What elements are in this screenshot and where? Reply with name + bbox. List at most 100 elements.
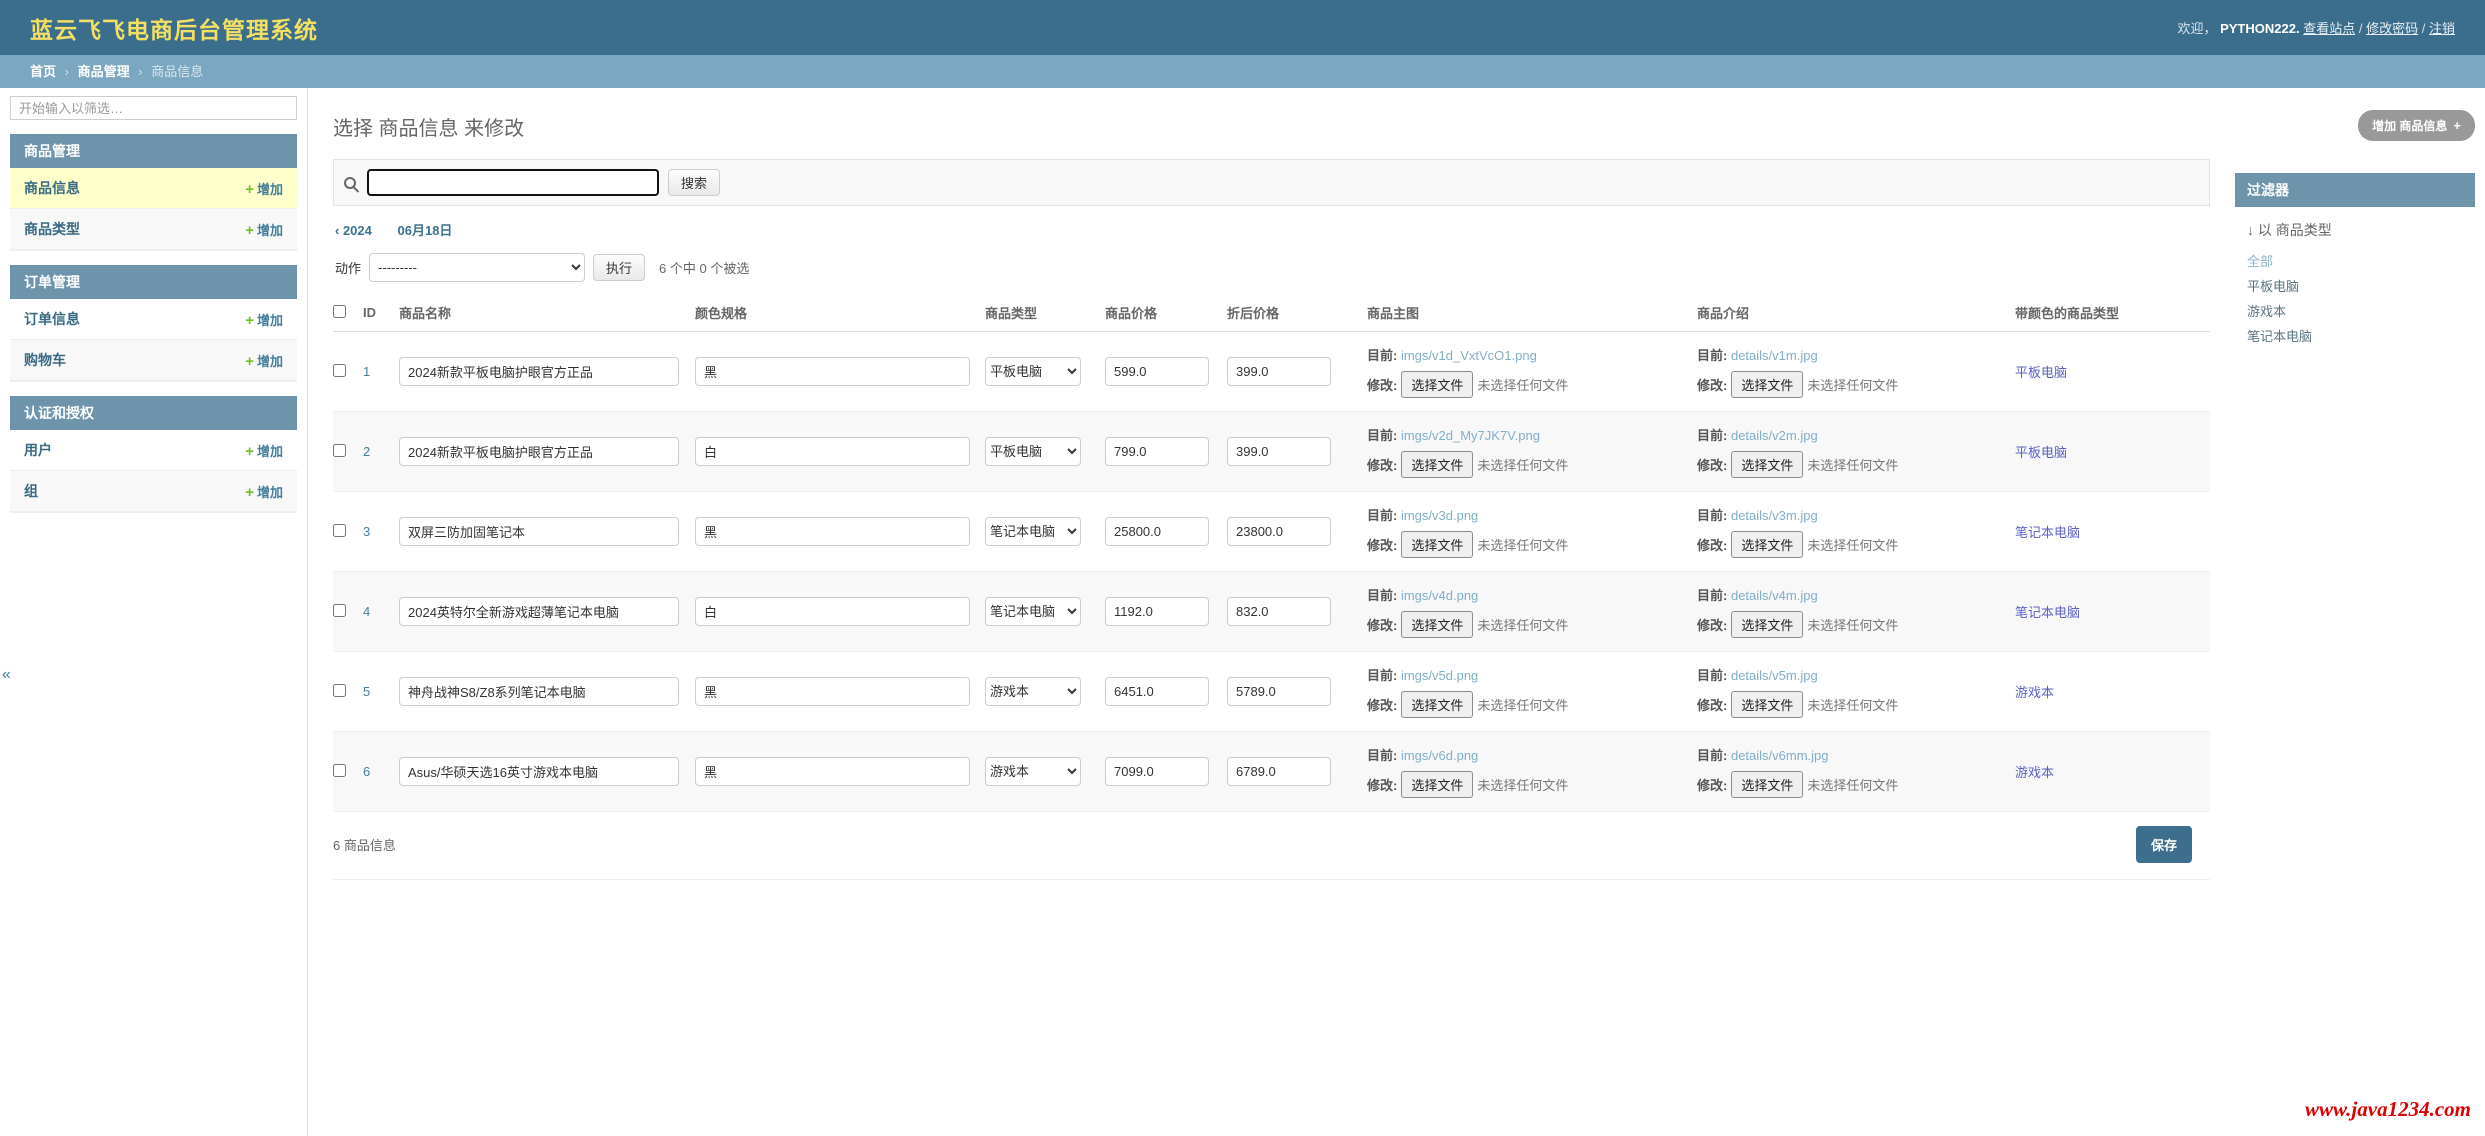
discount-price-input[interactable] [1227,677,1331,706]
sidebar-item[interactable]: 商品类型 +增加 [10,209,297,250]
discount-price-input[interactable] [1227,517,1331,546]
discount-price-input[interactable] [1227,597,1331,626]
main-image-link[interactable]: imgs/v1d_VxtVcO1.png [1401,348,1537,363]
colored-type-link[interactable]: 笔记本电脑 [2015,525,2080,540]
choose-file-button[interactable]: 选择文件 [1731,371,1803,398]
choose-file-button[interactable]: 选择文件 [1731,611,1803,638]
colored-type-link[interactable]: 平板电脑 [2015,365,2067,380]
sidebar-add-link[interactable]: +增加 [245,482,283,501]
color-spec-input[interactable] [695,437,970,466]
add-product-button[interactable]: 增加 商品信息+ [2358,110,2475,141]
main-image-link[interactable]: imgs/v6d.png [1401,748,1478,763]
color-spec-input[interactable] [695,517,970,546]
choose-file-button[interactable]: 选择文件 [1401,771,1473,798]
row-id-link[interactable]: 5 [363,684,370,699]
breadcrumb-product-mgmt[interactable]: 商品管理 [78,64,130,79]
sidebar-item-label[interactable]: 商品类型 [24,219,80,239]
select-all-checkbox[interactable] [333,305,346,318]
detail-image-link[interactable]: details/v6mm.jpg [1731,748,1829,763]
choose-file-button[interactable]: 选择文件 [1731,691,1803,718]
detail-image-link[interactable]: details/v5m.jpg [1731,668,1818,683]
go-button[interactable]: 执行 [593,254,645,281]
colored-type-link[interactable]: 游戏本 [2015,765,2054,780]
main-image-link[interactable]: imgs/v5d.png [1401,668,1478,683]
sidebar-item-label[interactable]: 商品信息 [24,178,80,198]
sidebar-add-link[interactable]: +增加 [245,441,283,460]
sidebar-item[interactable]: 购物车 +增加 [10,340,297,381]
sidebar-item[interactable]: 用户 +增加 [10,430,297,471]
choose-file-button[interactable]: 选择文件 [1401,611,1473,638]
price-input[interactable] [1105,437,1209,466]
sidebar-item-label[interactable]: 用户 [24,440,52,460]
row-checkbox[interactable] [333,524,346,537]
color-spec-input[interactable] [695,677,970,706]
price-input[interactable] [1105,757,1209,786]
filter-option[interactable]: 平板电脑 [2235,273,2475,298]
main-image-link[interactable]: imgs/v4d.png [1401,588,1478,603]
sidebar-item[interactable]: 商品信息 +增加 [10,168,297,209]
choose-file-button[interactable]: 选择文件 [1731,771,1803,798]
colored-type-link[interactable]: 游戏本 [2015,685,2054,700]
product-name-input[interactable] [399,437,679,466]
price-input[interactable] [1105,517,1209,546]
discount-price-input[interactable] [1227,357,1331,386]
search-button[interactable]: 搜索 [668,169,720,196]
sidebar-item[interactable]: 订单信息 +增加 [10,299,297,340]
row-checkbox[interactable] [333,604,346,617]
filter-option[interactable]: 笔记本电脑 [2235,323,2475,348]
choose-file-button[interactable]: 选择文件 [1401,531,1473,558]
sidebar-add-link[interactable]: +增加 [245,220,283,239]
sidebar-item-label[interactable]: 购物车 [24,350,66,370]
view-site-link[interactable]: 查看站点 [2303,21,2355,36]
product-name-input[interactable] [399,677,679,706]
save-button[interactable]: 保存 [2136,826,2192,863]
sidebar-filter-input[interactable] [10,96,297,120]
detail-image-link[interactable]: details/v1m.jpg [1731,348,1818,363]
product-name-input[interactable] [399,357,679,386]
price-input[interactable] [1105,677,1209,706]
sidebar-add-link[interactable]: +增加 [245,179,283,198]
search-input[interactable] [367,169,659,196]
row-id-link[interactable]: 4 [363,604,370,619]
color-spec-input[interactable] [695,597,970,626]
row-checkbox[interactable] [333,364,346,377]
product-name-input[interactable] [399,517,679,546]
price-input[interactable] [1105,357,1209,386]
filter-option[interactable]: 全部 [2235,248,2475,273]
row-id-link[interactable]: 6 [363,764,370,779]
price-input[interactable] [1105,597,1209,626]
choose-file-button[interactable]: 选择文件 [1731,451,1803,478]
sidebar-collapse-icon[interactable]: « [2,666,11,684]
logout-link[interactable]: 注销 [2429,21,2455,36]
choose-file-button[interactable]: 选择文件 [1401,371,1473,398]
choose-file-button[interactable]: 选择文件 [1401,451,1473,478]
product-type-select[interactable]: 平板电脑 [985,357,1081,386]
date-back-link[interactable]: ‹ 2024 [335,223,372,238]
action-select[interactable]: --------- [369,253,585,282]
change-password-link[interactable]: 修改密码 [2366,21,2418,36]
row-checkbox[interactable] [333,684,346,697]
row-checkbox[interactable] [333,444,346,457]
row-checkbox[interactable] [333,764,346,777]
color-spec-input[interactable] [695,757,970,786]
row-id-link[interactable]: 3 [363,524,370,539]
discount-price-input[interactable] [1227,437,1331,466]
colored-type-link[interactable]: 笔记本电脑 [2015,605,2080,620]
colored-type-link[interactable]: 平板电脑 [2015,445,2067,460]
product-type-select[interactable]: 笔记本电脑 [985,597,1081,626]
col-header-id[interactable]: ID [363,294,399,332]
sidebar-item-label[interactable]: 订单信息 [24,309,80,329]
date-current-link[interactable]: 06月18日 [398,223,453,238]
main-image-link[interactable]: imgs/v3d.png [1401,508,1478,523]
product-type-select[interactable]: 游戏本 [985,677,1081,706]
main-image-link[interactable]: imgs/v2d_My7JK7V.png [1401,428,1540,443]
breadcrumb-home[interactable]: 首页 [30,64,56,79]
discount-price-input[interactable] [1227,757,1331,786]
choose-file-button[interactable]: 选择文件 [1731,531,1803,558]
row-id-link[interactable]: 2 [363,444,370,459]
sidebar-add-link[interactable]: +增加 [245,310,283,329]
sidebar-item[interactable]: 组 +增加 [10,471,297,512]
sidebar-add-link[interactable]: +增加 [245,351,283,370]
product-name-input[interactable] [399,597,679,626]
detail-image-link[interactable]: details/v3m.jpg [1731,508,1818,523]
